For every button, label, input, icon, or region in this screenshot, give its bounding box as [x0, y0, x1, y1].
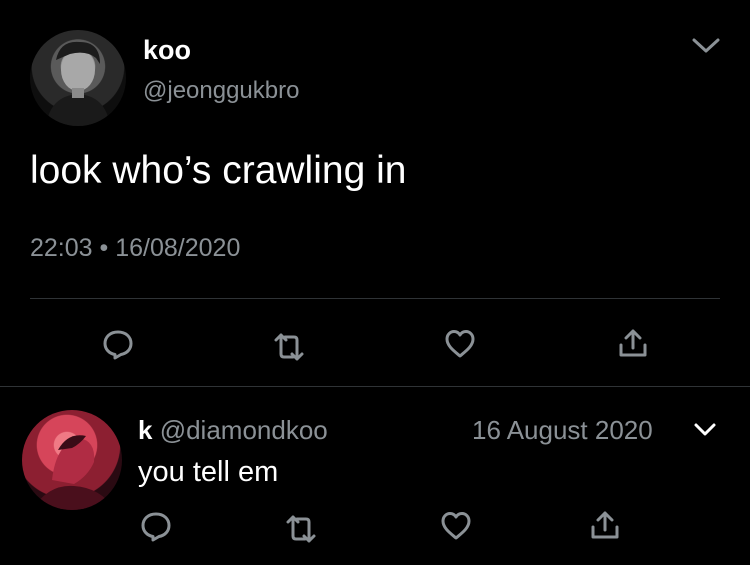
like-button[interactable] — [439, 509, 473, 543]
reply-button[interactable] — [101, 327, 135, 361]
heart-icon — [445, 330, 475, 358]
reply-display-name: k — [138, 415, 153, 445]
avatar[interactable] — [22, 410, 122, 510]
reply-author[interactable]: k @diamondkoo — [138, 414, 328, 446]
retweet-button[interactable] — [284, 512, 318, 546]
tweet-timestamp[interactable]: 22:03 • 16/08/2020 — [30, 232, 240, 264]
share-icon — [619, 329, 647, 357]
share-button[interactable] — [616, 326, 650, 360]
meta-separator: • — [99, 234, 109, 262]
retweet-button[interactable] — [272, 330, 306, 364]
share-button[interactable] — [588, 508, 622, 542]
retweet-icon — [274, 333, 304, 361]
tweet-text: look who’s crawling in — [30, 149, 407, 192]
display-name[interactable]: koo — [143, 34, 191, 66]
share-icon — [591, 511, 619, 539]
reply-icon — [103, 330, 133, 360]
heart-icon — [441, 512, 471, 540]
tweet-time: 22:03 — [30, 234, 93, 262]
reply-text: you tell em — [138, 456, 279, 488]
chevron-down-icon[interactable] — [692, 419, 718, 439]
like-button[interactable] — [443, 327, 477, 361]
reply-handle: @diamondkoo — [159, 415, 328, 445]
chevron-down-icon[interactable] — [689, 32, 723, 58]
avatar[interactable] — [30, 30, 126, 126]
reply-icon — [141, 512, 171, 542]
user-handle[interactable]: @jeonggukbro — [143, 76, 299, 106]
tweet-date: 16/08/2020 — [115, 234, 241, 262]
reply-date[interactable]: 16 August 2020 — [472, 414, 653, 446]
divider — [0, 386, 750, 387]
reply-button[interactable] — [139, 509, 173, 543]
divider — [30, 298, 720, 299]
retweet-icon — [286, 515, 316, 543]
